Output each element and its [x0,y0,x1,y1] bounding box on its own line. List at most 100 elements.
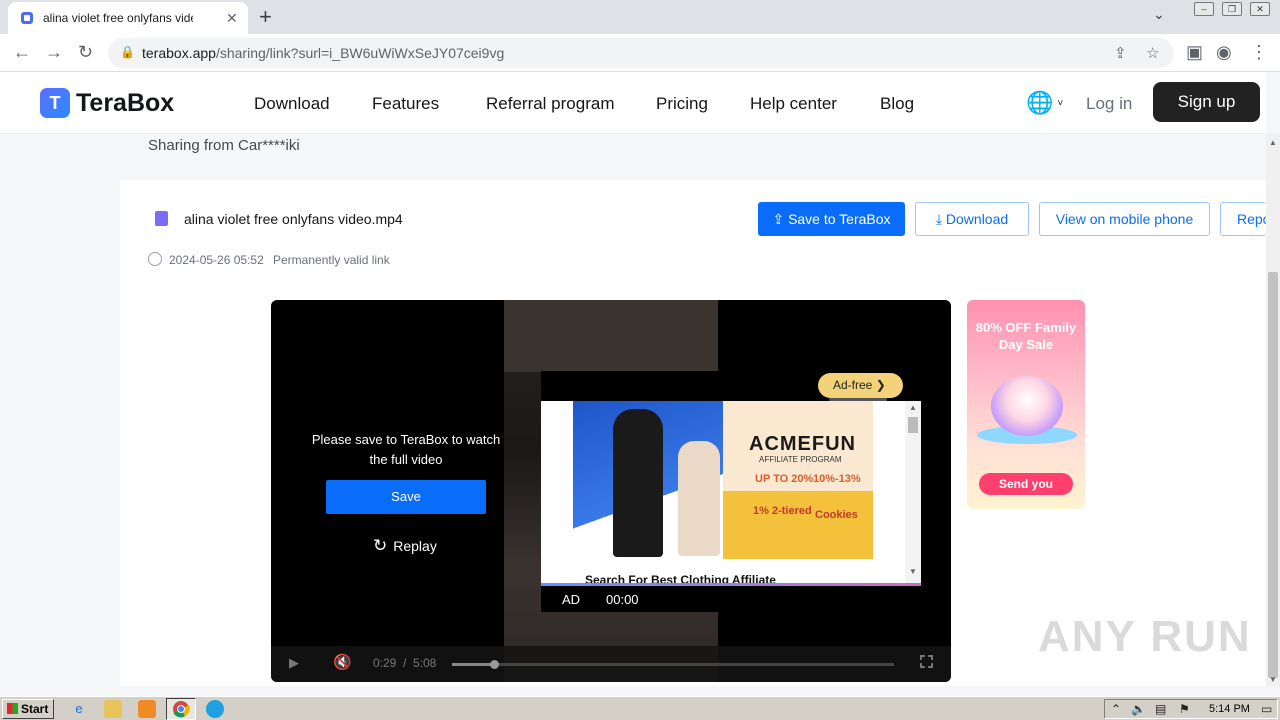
profile-avatar-icon[interactable]: ◉ [1216,42,1232,63]
download-icon: ⤓ [935,211,946,227]
edge-icon[interactable] [206,700,224,718]
progress-bar[interactable] [452,660,894,669]
browser-tab-strip: alina violet free onlyfans video.mp4 ✕ +… [0,0,1280,34]
player-controls: ▶ 🔇 0:29 / 5:08 [271,646,951,682]
ad-stat-range: 10%-13% [813,473,861,485]
signup-button[interactable]: Sign up [1153,82,1260,122]
forward-arrow-icon[interactable]: → [45,42,63,63]
language-globe-icon[interactable]: 🌐 ˅ [1026,90,1063,116]
internet-explorer-icon[interactable]: e [70,700,88,718]
browser-toolbar: ← → ↻ 🔒 terabox.app/sharing/link?surl=i_… [0,34,1280,72]
lock-icon: 🔒 [120,45,135,59]
link-validity: Permanently valid link [273,253,390,267]
system-tray: ⌃ 🔈 ▤ ⚑ 5:14 PM ▭ [1104,699,1278,719]
sharing-from-text: Sharing from Car****iki [148,137,300,154]
ad-label: AD [562,592,581,607]
scroll-down-icon[interactable]: ▼ [1269,675,1277,684]
player-save-button[interactable]: Save [326,480,486,514]
scroll-down-icon[interactable]: ▼ [909,567,917,576]
logo-text: TeraBox [76,88,175,117]
promo-banner[interactable]: 80% OFF Family Day Sale Send you [967,300,1085,509]
nav-pricing[interactable]: Pricing [656,94,708,114]
progress-knob[interactable] [489,660,499,669]
terabox-favicon-icon [21,12,33,24]
volume-icon[interactable]: 🔈 [1131,702,1146,716]
ad-scrollbar[interactable]: ▲ ▼ [905,401,921,583]
start-button[interactable]: Start [2,699,54,719]
scroll-up-icon[interactable]: ▲ [1269,138,1277,147]
ad-headline[interactable]: Search For Best Clothing Affiliate [585,573,776,583]
windows-taskbar: Start e ⌃ 🔈 ▤ ⚑ 5:14 PM ▭ [0,696,1280,720]
report-button[interactable]: Repo [1220,202,1266,236]
ad-frame[interactable]: ACMEFUN AFFILIATE PROGRAM UP TO 20% 10%-… [541,401,921,583]
media-player-icon[interactable] [138,700,156,718]
terabox-logo[interactable]: T TeraBox [40,88,174,118]
nav-help-center[interactable]: Help center [750,94,837,114]
chevron-down-icon: ˅ [1057,98,1064,109]
windows-flag-icon [7,703,18,714]
site-header: T TeraBox Download Features Referral pro… [0,72,1266,134]
address-bar[interactable]: 🔒 terabox.app/sharing/link?surl=i_BW6uWi… [108,38,1174,68]
promo-title: 80% OFF Family Day Sale [975,320,1077,352]
time-separator: / [403,656,407,670]
replay-icon: ↻ [373,536,388,555]
browser-tab[interactable]: alina violet free onlyfans video.mp4 ✕ [8,2,248,34]
page-scrollbar[interactable]: ▲ ▼ [1266,134,1280,686]
nav-features[interactable]: Features [372,94,439,114]
video-file-icon [155,211,168,226]
close-window-button[interactable]: ✕ [1250,2,1270,16]
anyrun-watermark-logo: ANY RUN [1038,612,1252,661]
view-on-mobile-button[interactable]: View on mobile phone [1039,202,1210,236]
back-arrow-icon[interactable]: ← [13,42,31,63]
show-desktop-icon[interactable]: ▭ [1261,702,1272,716]
network-icon[interactable]: ▤ [1155,702,1166,716]
chrome-icon [173,701,190,718]
ad-free-button[interactable]: Ad-free ❯ [818,373,903,398]
save-prompt-text: Please save to TeraBox to watch the full… [311,432,501,467]
ad-stat-commission: UP TO 20% [755,473,814,485]
clock: 5:14 PM [1209,703,1250,715]
fullscreen-icon[interactable] [920,655,933,668]
new-tab-button[interactable]: + [259,4,272,30]
taskbar-chrome-button[interactable] [166,698,196,720]
restore-button[interactable]: ❐ [1222,2,1242,16]
total-time: 5:08 [413,656,437,670]
ad-dress-image [678,441,720,556]
ad-stat-cookies: Cookies [815,509,858,521]
mute-icon[interactable]: 🔇 [333,653,352,671]
download-button[interactable]: ⤓ Download [915,202,1029,236]
folder-icon[interactable] [104,700,122,718]
share-icon[interactable]: ⇪ [1114,44,1127,62]
scroll-thumb[interactable] [1268,272,1278,678]
nav-download[interactable]: Download [254,94,330,114]
play-icon[interactable]: ▶ [289,655,299,671]
bookmark-star-icon[interactable]: ☆ [1146,44,1159,62]
ad-time: 00:00 [606,592,639,607]
scroll-up-icon[interactable]: ▲ [909,403,917,412]
ad-subtitle: AFFILIATE PROGRAM [759,455,842,464]
login-link[interactable]: Log in [1086,94,1132,114]
tab-close-icon[interactable]: ✕ [226,10,238,27]
tray-expand-icon[interactable]: ⌃ [1111,702,1121,716]
nav-referral-program[interactable]: Referral program [486,94,615,114]
ad-stat-tiered: 1% 2-tiered [753,505,812,517]
browser-menu-icon[interactable]: ⋮ [1250,42,1268,63]
side-panel-icon[interactable]: ▣ [1186,42,1203,63]
progress-fill [452,663,494,666]
promo-cake-image [991,376,1063,436]
url-text[interactable]: terabox.app/sharing/link?surl=i_BW6uWiWx… [142,45,504,61]
replay-button[interactable]: ↻ Replay [373,536,437,556]
nav-blog[interactable]: Blog [880,94,914,114]
tab-search-chevron-icon[interactable]: ⌄ [1153,6,1165,23]
reload-icon[interactable]: ↻ [78,42,93,63]
clock-icon [148,252,162,266]
save-to-terabox-button[interactable]: ⇪ Save to TeraBox [758,202,905,236]
terabox-logo-icon: T [40,88,70,118]
minimize-button[interactable]: – [1194,2,1214,16]
action-center-flag-icon[interactable]: ⚑ [1179,702,1190,716]
promo-send-button[interactable]: Send you [979,473,1073,495]
file-date: 2024-05-26 05:52 [169,253,264,267]
save-to-cloud-icon: ⇪ [772,211,789,227]
file-name: alina violet free onlyfans video.mp4 [184,211,403,227]
ad-creative-image[interactable]: ACMEFUN AFFILIATE PROGRAM UP TO 20% 10%-… [573,401,873,559]
